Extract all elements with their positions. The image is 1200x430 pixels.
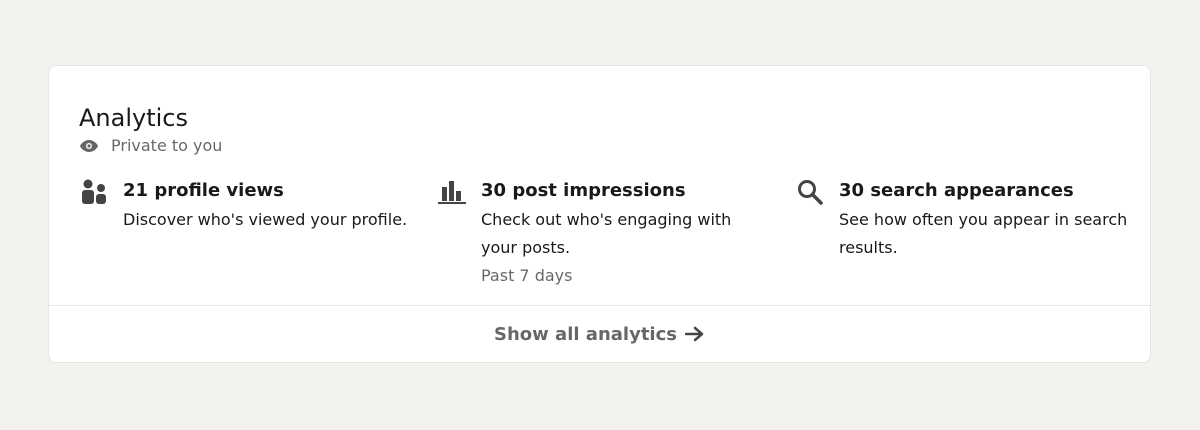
item-text: 21 profile views Discover who's viewed y… <box>123 177 413 234</box>
item-text: 30 post impressions Check out who's enga… <box>481 177 771 290</box>
bar-chart-icon <box>437 177 467 207</box>
item-title: 21 profile views <box>123 180 284 201</box>
item-description: See how often you appear in search resul… <box>839 210 1128 257</box>
show-all-analytics-button[interactable]: Show all analytics <box>494 324 705 345</box>
eye-icon <box>79 138 101 154</box>
arrow-right-icon <box>684 326 705 342</box>
card-footer: Show all analytics <box>49 305 1150 362</box>
search-icon <box>795 177 825 207</box>
item-title: 30 post impressions <box>481 180 686 201</box>
people-icon <box>79 177 109 207</box>
privacy-label: Private to you <box>111 136 223 155</box>
card-title: Analytics <box>79 104 188 132</box>
show-all-analytics-label: Show all analytics <box>494 323 677 345</box>
analytics-card: Analytics Private to you 21 profile view… <box>48 65 1151 363</box>
item-description: Discover who's viewed your profile. <box>123 210 408 229</box>
item-timeframe: Past 7 days <box>481 266 573 285</box>
item-description: Check out who's engaging with your posts… <box>481 210 732 257</box>
analytics-item-post-impressions[interactable]: 30 post impressions Check out who's enga… <box>437 177 771 290</box>
privacy-indicator: Private to you <box>79 136 222 156</box>
analytics-item-search-appearances[interactable]: 30 search appearances See how often you … <box>795 177 1129 262</box>
analytics-header: Analytics Private to you <box>79 102 222 156</box>
analytics-item-profile-views[interactable]: 21 profile views Discover who's viewed y… <box>79 177 413 234</box>
item-text: 30 search appearances See how often you … <box>839 177 1129 262</box>
analytics-items: 21 profile views Discover who's viewed y… <box>79 177 1139 297</box>
item-title: 30 search appearances <box>839 180 1074 201</box>
